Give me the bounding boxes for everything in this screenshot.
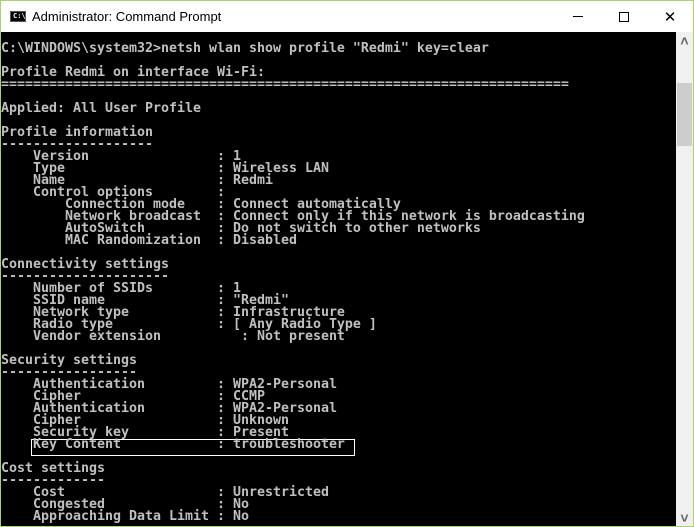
console-line: ========================================… — [1, 77, 569, 92]
icon-glyph: C:\. — [13, 12, 30, 20]
console-line: Approaching Data Limit : No — [1, 509, 249, 524]
console-line: MAC Randomization : Disabled — [1, 233, 297, 248]
window-title: Administrator: Command Prompt — [32, 9, 222, 24]
console-line: C:\WINDOWS\system32>netsh wlan show prof… — [1, 41, 489, 56]
chevron-up-icon: ˄ — [680, 32, 689, 49]
scroll-down-button[interactable]: ˅ — [676, 509, 693, 526]
close-icon: ✕ — [663, 8, 677, 26]
maximize-icon — [619, 11, 629, 22]
chevron-down-icon: ˅ — [680, 509, 689, 526]
console-line: Applied: All User Profile — [1, 101, 201, 116]
key-content-line: Key Content : troubleshooter — [1, 437, 345, 452]
console-line: Vendor extension : Not present — [1, 329, 345, 344]
scrollbar-thumb[interactable] — [677, 83, 692, 146]
vertical-scrollbar[interactable]: ˄ ˅ — [676, 32, 693, 526]
scroll-up-button[interactable]: ˄ — [676, 32, 693, 49]
command-prompt-window: C:\. Administrator: Command Prompt ✕ C:\… — [0, 0, 694, 527]
minimize-button[interactable] — [555, 1, 601, 32]
close-button[interactable]: ✕ — [647, 1, 693, 32]
maximize-button[interactable] — [601, 1, 647, 32]
command-prompt-icon[interactable]: C:\. — [10, 11, 30, 22]
title-bar[interactable]: C:\. Administrator: Command Prompt ✕ — [1, 1, 693, 32]
minimize-icon — [573, 16, 583, 17]
console-output[interactable]: C:\WINDOWS\system32>netsh wlan show prof… — [1, 32, 676, 526]
